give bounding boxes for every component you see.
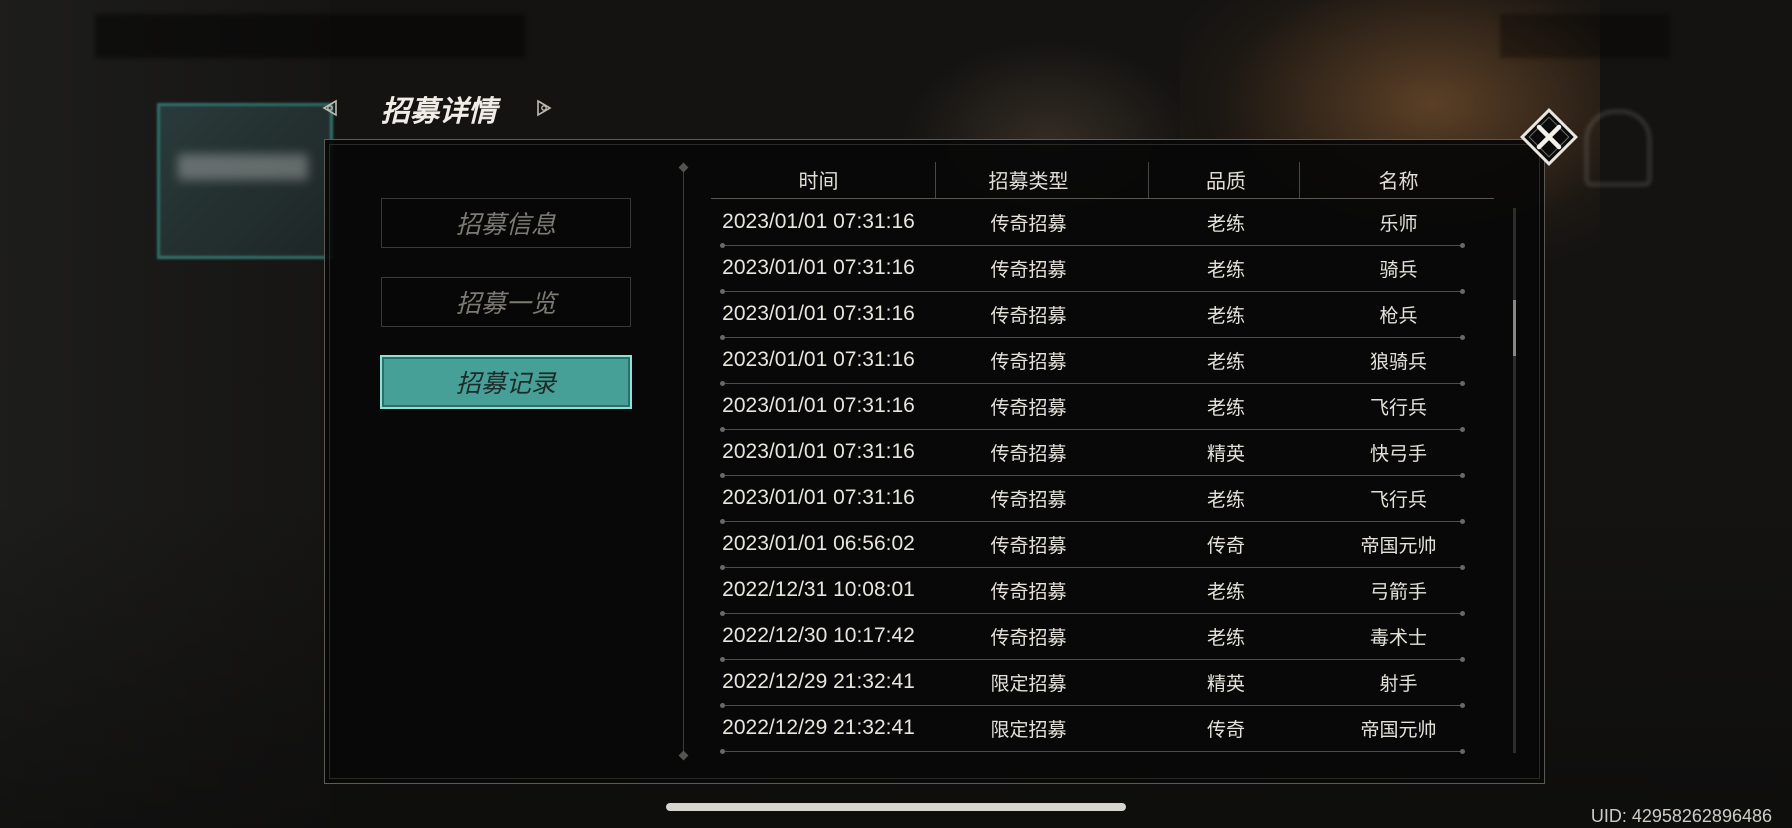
cell-type: 传奇招募 — [990, 626, 1067, 649]
cell-name: 骑兵 — [1379, 258, 1418, 281]
tab-label: 招募信息 — [455, 210, 556, 239]
cell-quality: 老练 — [1206, 488, 1245, 511]
cell-quality: 老练 — [1206, 304, 1245, 327]
cell-type: 传奇招募 — [990, 534, 1067, 557]
arrow-left-icon[interactable] — [320, 98, 340, 118]
table-row: 2023/01/01 07:31:16 传奇招募 老练 乐师 — [711, 200, 1494, 248]
column-header-time: 时间 — [798, 168, 839, 193]
cell-quality: 老练 — [1206, 580, 1245, 603]
cell-quality: 老练 — [1206, 212, 1245, 235]
table-row: 2023/01/01 07:31:16 传奇招募 精英 快弓手 — [711, 430, 1494, 478]
column-header-type: 招募类型 — [988, 168, 1069, 193]
scrollbar-track[interactable] — [1513, 208, 1516, 753]
column-header-name: 名称 — [1378, 168, 1419, 193]
cell-quality: 精英 — [1206, 442, 1245, 465]
arrow-right-icon[interactable] — [534, 98, 554, 118]
close-button[interactable] — [1516, 104, 1582, 170]
recruit-records-list[interactable]: 2023/01/01 07:31:16 传奇招募 老练 乐师 2023/01/0… — [711, 200, 1494, 754]
cell-name: 乐师 — [1379, 212, 1418, 235]
cell-time: 2022/12/29 21:32:41 — [722, 670, 915, 693]
table-row: 2023/01/01 07:31:16 传奇招募 老练 枪兵 — [711, 292, 1494, 340]
cell-type: 传奇招募 — [990, 488, 1067, 511]
cell-name: 快弓手 — [1369, 442, 1427, 465]
cell-quality: 老练 — [1206, 626, 1245, 649]
cell-time: 2023/01/01 07:31:16 — [722, 486, 915, 509]
cell-name: 弓箭手 — [1369, 580, 1427, 603]
table-row: 2022/12/31 10:08:01 传奇招募 老练 弓箭手 — [711, 568, 1494, 616]
header-underline — [711, 198, 1494, 199]
table-row: 2023/01/01 07:31:16 传奇招募 老练 骑兵 — [711, 246, 1494, 294]
cell-type: 限定招募 — [990, 718, 1067, 741]
table-row: 2022/12/29 21:32:41 限定招募 传奇 帝国元帅 — [711, 706, 1494, 754]
cell-time: 2023/01/01 07:31:16 — [722, 394, 915, 417]
page-title: 招募详情 — [381, 94, 498, 128]
column-header-quality: 品质 — [1206, 168, 1246, 193]
cell-time: 2022/12/30 10:17:42 — [722, 624, 915, 647]
cell-time: 2023/01/01 07:31:16 — [722, 440, 915, 463]
row-divider — [720, 749, 1465, 754]
cell-type: 限定招募 — [990, 672, 1067, 695]
table-row: 2023/01/01 07:31:16 传奇招募 老练 飞行兵 — [711, 384, 1494, 432]
cell-type: 传奇招募 — [990, 442, 1067, 465]
cell-type: 传奇招募 — [990, 304, 1067, 327]
cell-time: 2023/01/01 07:31:16 — [722, 302, 915, 325]
user-id-label: UID: 42958262896486 — [1590, 806, 1772, 826]
column-separator — [1148, 162, 1149, 198]
panel-divider — [683, 168, 684, 755]
cell-name: 帝国元帅 — [1360, 534, 1437, 557]
scrollbar-thumb[interactable] — [1513, 300, 1516, 356]
column-separator — [1299, 162, 1300, 198]
cell-type: 传奇招募 — [990, 212, 1067, 235]
table-row: 2023/01/01 06:56:02 传奇招募 传奇 帝国元帅 — [711, 522, 1494, 570]
cell-type: 传奇招募 — [990, 258, 1067, 281]
cell-quality: 老练 — [1206, 350, 1245, 373]
blurred-top-bar-right — [1500, 14, 1670, 58]
close-icon — [1520, 108, 1578, 166]
tab-label: 招募记录 — [455, 369, 556, 398]
cell-time: 2022/12/31 10:08:01 — [722, 578, 915, 601]
blurred-bell-icon — [1585, 110, 1651, 186]
cell-time: 2023/01/01 07:31:16 — [722, 210, 915, 233]
table-header: 时间 招募类型 品质 名称 — [711, 160, 1494, 200]
cell-name: 飞行兵 — [1369, 488, 1427, 511]
cell-type: 传奇招募 — [990, 350, 1067, 373]
tab-recruit-records[interactable]: 招募记录 — [380, 355, 632, 409]
cell-quality: 精英 — [1206, 672, 1245, 695]
cell-time: 2023/01/01 07:31:16 — [722, 348, 915, 371]
cell-name: 射手 — [1379, 672, 1418, 695]
cell-name: 狼骑兵 — [1369, 350, 1427, 373]
tab-label: 招募一览 — [455, 289, 556, 318]
cell-name: 帝国元帅 — [1360, 718, 1437, 741]
tab-recruit-overview[interactable]: 招募一览 — [381, 277, 631, 327]
table-row: 2023/01/01 07:31:16 传奇招募 老练 飞行兵 — [711, 476, 1494, 524]
cell-name: 枪兵 — [1379, 304, 1418, 327]
cell-quality: 传奇 — [1206, 718, 1245, 741]
tab-recruit-info[interactable]: 招募信息 — [381, 198, 631, 248]
table-row: 2022/12/30 10:17:42 传奇招募 老练 毒术士 — [711, 614, 1494, 662]
table-row: 2023/01/01 07:31:16 传奇招募 老练 狼骑兵 — [711, 338, 1494, 386]
home-indicator[interactable] — [666, 803, 1126, 811]
table-row: 2022/12/29 21:32:41 限定招募 精英 射手 — [711, 660, 1494, 708]
cell-name: 毒术士 — [1369, 626, 1427, 649]
cell-type: 传奇招募 — [990, 396, 1067, 419]
cell-type: 传奇招募 — [990, 580, 1067, 603]
cell-quality: 老练 — [1206, 396, 1245, 419]
cell-name: 飞行兵 — [1369, 396, 1427, 419]
cell-time: 2023/01/01 06:56:02 — [722, 532, 915, 555]
cell-quality: 传奇 — [1206, 534, 1245, 557]
cell-quality: 老练 — [1206, 258, 1245, 281]
cell-time: 2022/12/29 21:32:41 — [722, 716, 915, 739]
cell-time: 2023/01/01 07:31:16 — [722, 256, 915, 279]
blurred-top-bar — [95, 14, 525, 58]
blurred-banner-card — [157, 103, 333, 259]
